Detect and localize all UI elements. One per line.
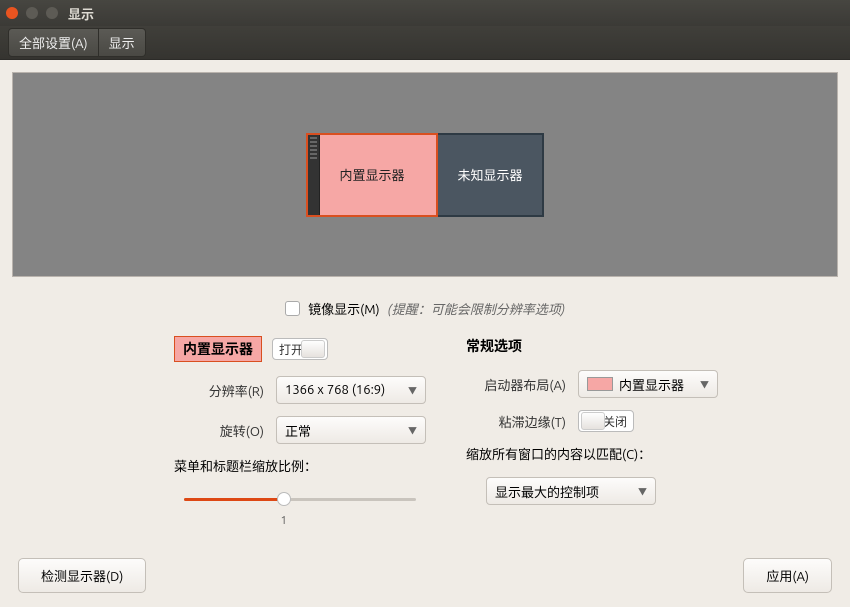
display-column: 内置显示器 打开 分辨率(R) 1366 x 768 (16:9) ▼ 旋转(O… (174, 336, 426, 527)
bottom-bar: 检测显示器(D) 应用(A) (0, 546, 850, 607)
window-title: 显示 (68, 4, 94, 23)
sticky-edges-switch[interactable]: 关闭 (578, 410, 634, 432)
switch-knob (301, 340, 325, 358)
scale-all-dropdown[interactable]: 显示最大的控制项 ▼ (486, 477, 656, 505)
chevron-down-icon: ▼ (408, 424, 417, 437)
switch-label: 打开 (279, 341, 303, 358)
resolution-dropdown[interactable]: 1366 x 768 (16:9) ▼ (276, 376, 426, 404)
mirror-label: 镜像显示(M) (308, 299, 380, 318)
chevron-down-icon: ▼ (638, 485, 647, 498)
detect-displays-button[interactable]: 检测显示器(D) (18, 558, 146, 593)
chevron-down-icon: ▼ (408, 384, 417, 397)
display-preview: 内置显示器 未知显示器 (12, 72, 838, 277)
maximize-icon[interactable] (46, 7, 58, 19)
rotation-label: 旋转(O) (174, 421, 264, 440)
monitor-secondary-label: 未知显示器 (457, 165, 522, 184)
monitor-primary-label: 内置显示器 (339, 165, 404, 184)
monitor-primary[interactable]: 内置显示器 (306, 133, 438, 217)
slider-fill (184, 498, 284, 501)
close-icon[interactable] (6, 7, 18, 19)
content: 镜像显示(M) (提醒：可能会限制分辨率选项) 内置显示器 打开 分辨率(R) … (0, 289, 850, 541)
slider-thumb[interactable] (277, 492, 291, 506)
window-buttons (6, 7, 58, 19)
general-section-title: 常规选项 (466, 336, 522, 356)
scale-label: 菜单和标题栏缩放比例： (174, 456, 426, 475)
switch-label: 关闭 (603, 413, 627, 430)
toolbar: 全部设置(A) 显示 (0, 26, 850, 60)
scale-slider[interactable] (184, 489, 416, 509)
chevron-down-icon: ▼ (700, 378, 709, 391)
minimize-icon[interactable] (26, 7, 38, 19)
launcher-strip-icon (308, 135, 320, 215)
scale-slider-wrap: 1 (174, 489, 426, 527)
resolution-value: 1366 x 768 (16:9) (285, 383, 385, 397)
display-color-swatch-icon (587, 377, 613, 391)
display-name-tag: 内置显示器 (174, 336, 262, 362)
all-settings-button[interactable]: 全部设置(A) (8, 28, 99, 57)
launcher-layout-dropdown[interactable]: 内置显示器 ▼ (578, 370, 718, 398)
titlebar: 显示 (0, 0, 850, 26)
rotation-value: 正常 (285, 421, 311, 440)
general-column: 常规选项 启动器布局(A) 内置显示器 ▼ 粘滞边缘(T) 关闭 (466, 336, 718, 527)
scale-all-label: 缩放所有窗口的内容以匹配(C)： (466, 444, 718, 463)
apply-button[interactable]: 应用(A) (743, 558, 832, 593)
displays-breadcrumb[interactable]: 显示 (99, 28, 146, 57)
slider-ticks: 1 (184, 515, 416, 527)
mirror-checkbox[interactable] (285, 301, 300, 316)
mirror-note: (提醒：可能会限制分辨率选项) (388, 299, 565, 318)
switch-knob (581, 412, 605, 430)
launcher-layout-label: 启动器布局(A) (466, 375, 566, 394)
rotation-dropdown[interactable]: 正常 ▼ (276, 416, 426, 444)
display-power-switch[interactable]: 打开 (272, 338, 328, 360)
sticky-edges-label: 粘滞边缘(T) (466, 412, 566, 431)
launcher-value: 内置显示器 (619, 375, 684, 394)
resolution-label: 分辨率(R) (174, 381, 264, 400)
scale-all-value: 显示最大的控制项 (495, 482, 599, 501)
monitors-group: 内置显示器 未知显示器 (306, 133, 544, 217)
mirror-row: 镜像显示(M) (提醒：可能会限制分辨率选项) (14, 299, 836, 318)
scale-center-tick: 1 (281, 515, 287, 527)
monitor-secondary[interactable]: 未知显示器 (438, 133, 544, 217)
